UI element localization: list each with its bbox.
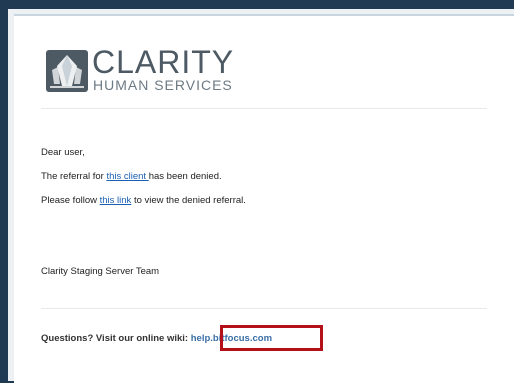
signature-text: Clarity Staging Server Team bbox=[41, 266, 160, 277]
crystal-logo-icon bbox=[46, 50, 88, 92]
clarity-logo: CLARITY HUMAN SERVICES bbox=[46, 44, 246, 96]
referral-denied-line: The referral for this client has been de… bbox=[41, 171, 222, 182]
wiki-link-highlight bbox=[220, 325, 323, 351]
footer-divider bbox=[41, 308, 487, 309]
greeting-text: Dear user, bbox=[41, 147, 85, 158]
logo-subtitle: HUMAN SERVICES bbox=[93, 77, 233, 93]
follow-link-line: Please follow this link to view the deni… bbox=[41, 195, 246, 206]
logo-wordmark: CLARITY bbox=[92, 44, 235, 80]
this-link-link[interactable]: this link bbox=[100, 195, 132, 206]
line2-suffix: to view the denied referral. bbox=[131, 195, 246, 206]
email-frame: CLARITY HUMAN SERVICES Dear user, The re… bbox=[8, 9, 514, 383]
line1-prefix: The referral for bbox=[41, 171, 107, 182]
header-divider bbox=[41, 108, 487, 109]
email-card: CLARITY HUMAN SERVICES Dear user, The re… bbox=[14, 14, 514, 383]
line2-prefix: Please follow bbox=[41, 195, 100, 206]
footer-question-text: Questions? Visit our online wiki: bbox=[41, 333, 191, 344]
this-client-link[interactable]: this client bbox=[106, 171, 148, 182]
line1-suffix: has been denied. bbox=[148, 171, 222, 182]
